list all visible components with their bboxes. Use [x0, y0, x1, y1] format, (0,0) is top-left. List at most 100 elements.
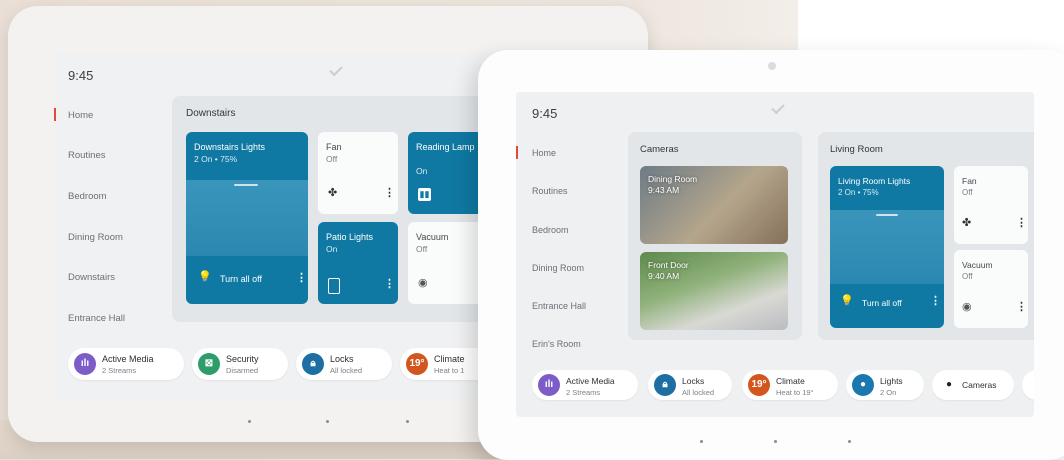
- more-icon[interactable]: ⋮: [1016, 216, 1027, 229]
- more-icon[interactable]: ⋮: [384, 186, 395, 199]
- camera-name: Front Door: [648, 260, 689, 270]
- pill-subtitle: Heat to 1: [434, 366, 465, 375]
- camera-name: Dining Room: [648, 174, 698, 184]
- bezel-dot: [700, 440, 703, 443]
- fan-tile[interactable]: Fan Off ✤ ⋮: [318, 132, 398, 214]
- nav-item-entrance-hall[interactable]: Entrance Hall: [532, 301, 586, 311]
- chevron-down-icon[interactable]: [771, 100, 785, 115]
- nav-item-entrance-hall[interactable]: Entrance Hall: [68, 313, 125, 324]
- bezel-dot: [248, 420, 251, 423]
- locks-pill[interactable]: 🔒︎ Locks All locked: [296, 348, 392, 380]
- tile-label: Downstairs Lights: [194, 142, 266, 152]
- front-screen: 9:45 Home Routines Bedroom Dining Room E…: [516, 92, 1034, 417]
- cameras-card: Cameras Dining Room 9:43 AM Front Door 9…: [628, 132, 802, 340]
- pill-subtitle: 2 Streams: [566, 388, 601, 397]
- front-door-camera[interactable]: Front Door 9:40 AM: [640, 252, 788, 330]
- turn-all-off-button[interactable]: Turn all off: [862, 298, 902, 308]
- tile-status: Off: [326, 154, 338, 164]
- clock: 9:45: [532, 106, 558, 121]
- shield-icon: ⊠: [198, 353, 220, 375]
- card-title: Cameras: [640, 144, 679, 155]
- chevron-down-icon[interactable]: [329, 62, 343, 77]
- tile-status: Off: [416, 244, 428, 254]
- more-icon[interactable]: ⋮: [296, 271, 307, 284]
- front-echo-show-device: 9:45 Home Routines Bedroom Dining Room E…: [478, 50, 1064, 460]
- pill-title: Active Media: [102, 354, 154, 364]
- pill-title: Cameras: [962, 380, 997, 390]
- tile-label: Reading Lamp: [416, 142, 475, 152]
- downstairs-lights-tile[interactable]: Downstairs Lights 2 On • 75% 💡 Turn all …: [186, 132, 308, 304]
- lights-pill[interactable]: ● Lights 2 On: [846, 370, 924, 400]
- brightness-handle[interactable]: [876, 214, 898, 216]
- tile-status: Off: [962, 272, 973, 281]
- tile-status: On: [326, 244, 338, 254]
- active-media-pill[interactable]: ılı Active Media 2 Streams: [68, 348, 184, 380]
- climate-pill[interactable]: 19° Climate Heat to 19°: [742, 370, 838, 400]
- lightbulb-icon: 💡: [840, 295, 854, 307]
- nav-active-indicator: [54, 108, 56, 121]
- nav-item-routines[interactable]: Routines: [532, 186, 568, 196]
- thermostat-badge: 19°: [748, 374, 770, 396]
- camera-time: 9:43 AM: [648, 185, 680, 195]
- camera-lens: [768, 62, 776, 70]
- nav-item-erins-room[interactable]: Erin's Room: [532, 339, 581, 349]
- brightness-fill: [830, 210, 944, 284]
- tile-label: Vacuum: [416, 232, 449, 242]
- nav-item-home[interactable]: Home: [68, 110, 93, 121]
- reading-lamp-tile[interactable]: Reading Lamp On ▮▮: [408, 132, 488, 214]
- more-icon[interactable]: ⋮: [1016, 300, 1027, 313]
- vacuum-tile[interactable]: Vacuum Off ◉ ⋮: [954, 250, 1028, 328]
- vacuum-tile[interactable]: Vacuum Off ◉: [408, 222, 488, 304]
- bezel-dot: [848, 440, 851, 443]
- nav-item-bedroom[interactable]: Bedroom: [68, 191, 107, 202]
- tile-status: Off: [962, 188, 973, 197]
- living-room-lights-tile[interactable]: Living Room Lights 2 On • 75% 💡 Turn all…: [830, 166, 944, 328]
- nav-item-dining-room[interactable]: Dining Room: [68, 232, 123, 243]
- nav-item-downstairs[interactable]: Downstairs: [68, 272, 115, 283]
- pill-title: Locks: [330, 354, 354, 364]
- vacuum-icon: ◉: [962, 301, 972, 313]
- more-icon[interactable]: ⋮: [930, 294, 941, 307]
- lock-icon: 🔒︎: [654, 374, 676, 396]
- light-switch-icon: [328, 278, 340, 294]
- card-title: Downstairs: [186, 108, 236, 119]
- clock: 9:45: [68, 68, 94, 83]
- tile-status: On: [416, 166, 428, 176]
- fan-icon: ✤: [328, 187, 338, 199]
- tile-label: Fan: [326, 142, 342, 152]
- brightness-fill: [186, 180, 308, 256]
- pill-subtitle: Disarmed: [226, 366, 259, 375]
- lightbulb-icon: 💡: [198, 271, 212, 283]
- cameras-pill[interactable]: ● Cameras: [932, 370, 1014, 400]
- nav-item-routines[interactable]: Routines: [68, 150, 106, 161]
- fan-tile[interactable]: Fan Off ✤ ⋮: [954, 166, 1028, 244]
- fan-icon: ✤: [962, 217, 972, 229]
- pill-subtitle: Heat to 19°: [776, 388, 814, 397]
- lamp-icon: ▮▮: [418, 188, 431, 201]
- pill-title: Security: [226, 354, 259, 364]
- tile-status: 2 On • 75%: [194, 154, 238, 164]
- bezel-dot: [774, 440, 777, 443]
- brightness-handle[interactable]: [234, 184, 258, 186]
- pill-title: Climate: [434, 354, 465, 364]
- pill-title: Climate: [776, 376, 805, 386]
- turn-all-off-button[interactable]: Turn all off: [220, 274, 262, 284]
- dining-room-camera[interactable]: Dining Room 9:43 AM: [640, 166, 788, 244]
- security-pill[interactable]: ⊠ Security Disarmed: [192, 348, 288, 380]
- nav-item-bedroom[interactable]: Bedroom: [532, 225, 569, 235]
- patio-lights-tile[interactable]: Patio Lights On ⋮: [318, 222, 398, 304]
- nav-item-home[interactable]: Home: [532, 148, 556, 158]
- active-media-pill[interactable]: ılı Active Media 2 Streams: [532, 370, 638, 400]
- pill-subtitle: 2 Streams: [102, 366, 137, 375]
- nav-item-dining-room[interactable]: Dining Room: [532, 263, 584, 273]
- pill-title: Locks: [682, 376, 705, 386]
- locks-pill[interactable]: 🔒︎ Locks All locked: [648, 370, 732, 400]
- card-title: Living Room: [830, 144, 883, 155]
- camera-icon: ●: [945, 379, 953, 390]
- more-icon[interactable]: ⋮: [384, 277, 395, 290]
- lightbulb-icon: ●: [852, 374, 874, 396]
- camera-label: Dining Room 9:43 AM: [648, 174, 697, 196]
- bar-chart-icon: ılı: [74, 353, 96, 375]
- pill-subtitle: All locked: [682, 388, 715, 397]
- more-pill[interactable]: [1022, 370, 1034, 400]
